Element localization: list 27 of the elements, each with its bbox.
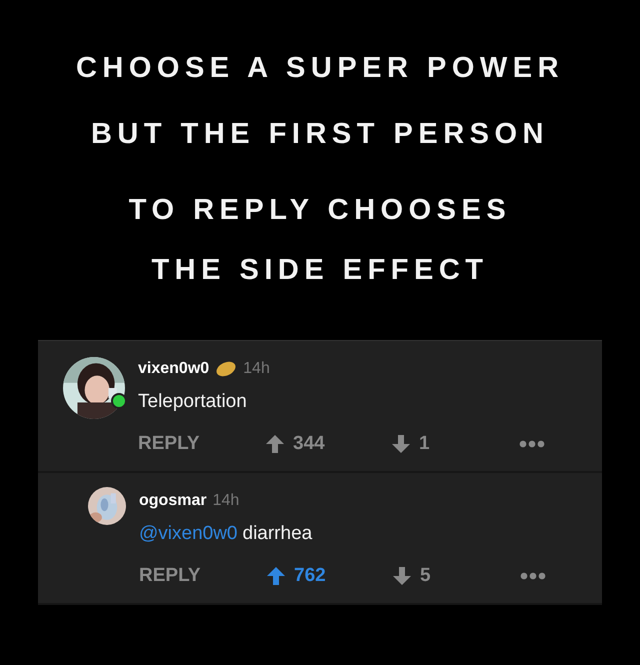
comment-text: Teleportation [138, 391, 247, 413]
upvote-count: 344 [293, 433, 325, 455]
username[interactable]: ogosmar [139, 492, 207, 510]
up-arrow-icon [266, 566, 286, 586]
timestamp: 14h [212, 492, 240, 510]
timestamp: 14h [243, 360, 270, 378]
headline-text: CHOOSE A SUPER POWER [76, 52, 564, 85]
downvote-button[interactable] [391, 434, 411, 454]
more-options-icon[interactable] [520, 572, 546, 580]
more-options-icon[interactable] [519, 440, 545, 448]
downvote-count: 5 [420, 565, 431, 587]
upvote-button[interactable] [265, 434, 285, 454]
username[interactable]: vixen0w0 [138, 360, 210, 378]
mention-link[interactable]: @vixen0w0 [139, 523, 238, 545]
reply-button[interactable]: REPLY [139, 565, 266, 587]
down-arrow-icon [391, 434, 411, 454]
upvote-button[interactable] [266, 566, 286, 586]
headline-text: THE SIDE EFFECT [151, 254, 489, 287]
upvote-count: 762 [294, 565, 326, 587]
downvote-button[interactable] [392, 566, 412, 586]
down-arrow-icon [392, 566, 412, 586]
headline-text: TO REPLY CHOOSES [128, 194, 512, 227]
headline-text: BUT THE FIRST PERSON [90, 118, 549, 151]
up-arrow-icon [265, 434, 285, 454]
comment-text: diarrhea [242, 523, 312, 545]
downvote-count: 1 [419, 433, 430, 455]
reply-button[interactable]: REPLY [138, 433, 265, 455]
